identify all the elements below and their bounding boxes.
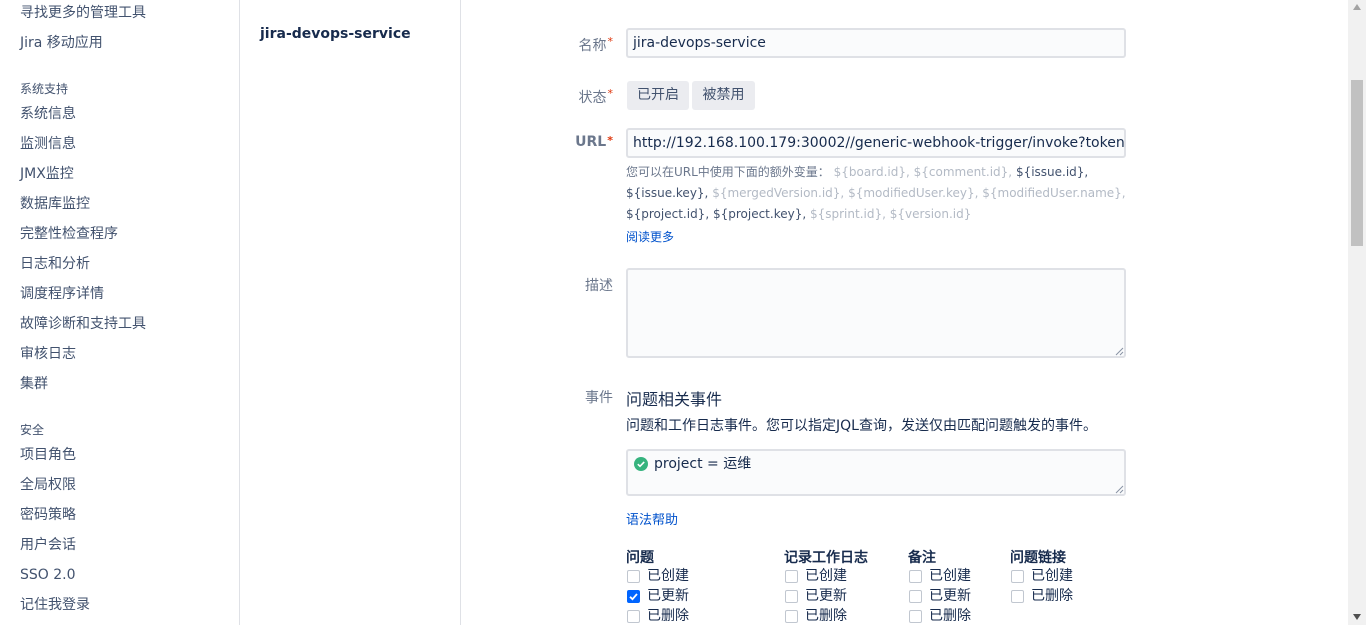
var-issue-id: ${issue.id}, [1015, 165, 1089, 179]
worklog-updated-label: 已更新 [805, 588, 847, 604]
admin-sidebar: 寻找更多的管理工具 Jira 移动应用 系统支持 系统信息 监测信息 JMX监控… [0, 0, 240, 625]
sidebar-item-logging[interactable]: 日志和分析 [20, 256, 90, 272]
description-label: 描述 [585, 278, 613, 294]
webhook-list: jira-devops-service [240, 0, 461, 625]
comment-updated-label: 已更新 [929, 588, 971, 604]
url-label: URL* [575, 134, 613, 150]
events-label: 事件 [585, 390, 613, 406]
sidebar-item-db-monitor[interactable]: 数据库监控 [20, 196, 90, 212]
var-board-id: ${board.id}, [833, 165, 910, 179]
comment-updated-checkbox[interactable] [909, 590, 922, 603]
issue-deleted-label: 已删除 [647, 608, 689, 624]
sidebar-item-sso[interactable]: SSO 2.0 [20, 567, 76, 583]
scroll-up-arrow-icon[interactable] [1353, 4, 1361, 10]
name-label: 名称* [578, 35, 614, 54]
comment-deleted-checkbox[interactable] [909, 610, 922, 623]
sidebar-item-jira-mobile[interactable]: Jira 移动应用 [20, 35, 103, 51]
scrollbar-thumb[interactable] [1351, 80, 1363, 246]
worklog-created-label: 已创建 [805, 568, 847, 584]
column-title-issue: 问题 [626, 550, 654, 566]
issuelink-created-checkbox[interactable] [1011, 570, 1024, 583]
name-input[interactable]: jira-devops-service [626, 28, 1126, 58]
status-disabled-button[interactable]: 被禁用 [692, 81, 755, 110]
sidebar-heading-system-support: 系统支持 [20, 82, 69, 96]
sidebar-item-jmx[interactable]: JMX监控 [20, 166, 74, 182]
var-issue-key: ${issue.key}, [626, 186, 709, 200]
scroll-down-arrow-icon[interactable] [1353, 614, 1361, 620]
sidebar-item-monitoring[interactable]: 监测信息 [20, 136, 76, 152]
comment-created-checkbox[interactable] [909, 570, 922, 583]
sidebar-item-global-permissions[interactable]: 全局权限 [20, 477, 76, 493]
issuelink-deleted-label: 已删除 [1031, 588, 1073, 604]
column-title-issue-link: 问题链接 [1010, 550, 1066, 566]
issuelink-deleted-checkbox[interactable] [1011, 590, 1024, 603]
var-version-id: ${version.id} [889, 207, 972, 221]
var-merged-version-id: ${mergedVersion.id}, [712, 186, 845, 200]
sidebar-item-password-policy[interactable]: 密码策略 [20, 507, 76, 523]
syntax-help-link[interactable]: 语法帮助 [626, 509, 678, 528]
url-variables-hint: 您可以在URL中使用下面的额外变量： ${board.id}, ${commen… [626, 165, 1126, 221]
sidebar-item-find-admin-tools[interactable]: 寻找更多的管理工具 [20, 5, 146, 21]
worklog-deleted-checkbox[interactable] [785, 610, 798, 623]
url-input[interactable]: http://192.168.100.179:30002//generic-we… [626, 128, 1126, 158]
sidebar-item-cluster[interactable]: 集群 [20, 376, 48, 392]
var-modified-user-key: ${modifiedUser.key}, [848, 186, 979, 200]
sidebar-item-remember-me[interactable]: 记住我登录 [20, 597, 90, 613]
var-modified-user-name: ${modifiedUser.name}, [982, 186, 1126, 200]
issue-created-label: 已创建 [647, 568, 689, 584]
check-icon [629, 593, 638, 601]
sidebar-item-user-sessions[interactable]: 用户会话 [20, 537, 76, 553]
read-more-link[interactable]: 阅读更多 [626, 228, 674, 245]
issuelink-created-label: 已创建 [1031, 568, 1073, 584]
comment-deleted-label: 已删除 [929, 608, 971, 624]
sidebar-heading-security: 安全 [20, 423, 45, 437]
issue-deleted-checkbox[interactable] [627, 610, 640, 623]
var-comment-id: ${comment.id}, [913, 165, 1013, 179]
column-title-worklog: 记录工作日志 [784, 550, 868, 566]
status-label: 状态* [578, 87, 614, 106]
sidebar-item-system-info[interactable]: 系统信息 [20, 106, 76, 122]
var-project-key: ${project.key}, [712, 207, 807, 221]
worklog-deleted-label: 已删除 [805, 608, 847, 624]
description-textarea[interactable] [626, 268, 1126, 358]
column-title-comment: 备注 [908, 550, 936, 566]
sidebar-item-project-roles[interactable]: 项目角色 [20, 447, 76, 463]
webhook-list-item-selected[interactable]: jira-devops-service [260, 26, 411, 42]
worklog-created-checkbox[interactable] [785, 570, 798, 583]
var-sprint-id: ${sprint.id}, [809, 207, 886, 221]
issue-events-description: 问题和工作日志事件。您可以指定JQL查询，发送仅由匹配问题触发的事件。 [626, 418, 1097, 434]
issue-created-checkbox[interactable] [627, 570, 640, 583]
issue-updated-checkbox[interactable] [627, 590, 640, 603]
comment-created-label: 已创建 [929, 568, 971, 584]
sidebar-item-integrity-checker[interactable]: 完整性检查程序 [20, 226, 118, 242]
description-resize-handle[interactable] [1114, 346, 1124, 356]
worklog-updated-checkbox[interactable] [785, 590, 798, 603]
issue-events-title: 问题相关事件 [626, 390, 723, 409]
jql-input[interactable]: project = 运维 [626, 449, 1126, 496]
sidebar-item-audit-log[interactable]: 审核日志 [20, 346, 76, 362]
var-project-id: ${project.id}, [626, 207, 710, 221]
status-enabled-button[interactable]: 已开启 [627, 81, 689, 110]
issue-updated-label: 已更新 [647, 588, 689, 604]
sidebar-item-troubleshooting[interactable]: 故障诊断和支持工具 [20, 316, 146, 332]
jql-resize-handle[interactable] [1114, 484, 1124, 494]
sidebar-item-scheduler[interactable]: 调度程序详情 [20, 286, 104, 302]
jql-valid-icon [634, 457, 648, 471]
